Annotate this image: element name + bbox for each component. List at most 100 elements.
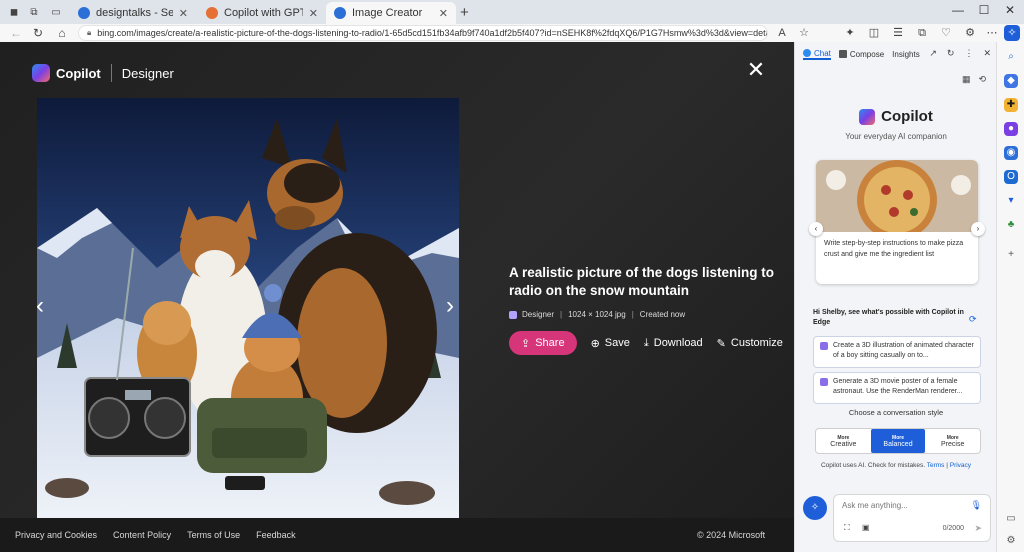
chat-icon (803, 49, 811, 57)
games-icon[interactable]: ● (1004, 122, 1018, 136)
suggestion-card[interactable]: Write step-by-step instructions to make … (816, 160, 978, 284)
read-aloud-icon[interactable]: A (774, 25, 790, 41)
send-icon[interactable]: ➤ (974, 523, 982, 534)
add-sidebar-icon[interactable]: + (1004, 248, 1018, 262)
drop-icon[interactable]: ▾ (1004, 194, 1018, 208)
share-button[interactable]: ⇪ Share (509, 331, 577, 355)
split-screen-icon[interactable]: ◫ (866, 25, 882, 41)
tab-compose[interactable]: Compose (838, 49, 885, 59)
panel-title-text: Copilot (881, 108, 933, 125)
close-viewer-button[interactable]: ✕ (746, 59, 766, 81)
save-button[interactable]: ⊕ Save (591, 337, 630, 350)
favorite-star-icon[interactable]: ☆ (796, 25, 812, 41)
viewer-footer: Privacy and Cookies Content Policy Terms… (0, 518, 794, 552)
back-icon[interactable]: ← (8, 25, 24, 41)
grid-icon[interactable]: ▦ (962, 74, 971, 85)
open-new-tab-icon[interactable]: ↗ (929, 48, 937, 59)
close-window-button[interactable]: ✕ (1000, 3, 1020, 17)
customize-label: Customize (730, 337, 783, 349)
profile-icon[interactable]: ◼ (6, 4, 22, 20)
tab-strip: ◼ ⧉ ▭ designtalks - Search ✕ Copilot wit… (0, 0, 1024, 24)
close-tab-icon[interactable]: ✕ (179, 7, 188, 20)
char-count: 0/2000 (942, 525, 964, 532)
close-panel-icon[interactable]: ✕ (983, 48, 991, 59)
close-tab-icon[interactable]: ✕ (309, 7, 318, 20)
edge-sidebar: ⌕ ◆ ✚ ● ◉ O ▾ ♣ + ▭ ⚙ (996, 42, 1024, 552)
performance-icon[interactable]: ⚙ (962, 25, 978, 41)
tab-actions-icon[interactable]: ▭ (48, 4, 64, 20)
image-upload-icon[interactable]: ▣ (862, 523, 870, 532)
prev-image-arrow[interactable]: ‹ (36, 292, 44, 320)
footer-link-feedback[interactable]: Feedback (256, 530, 296, 540)
panel-sub-icons: ▦ ⟲ (954, 74, 986, 85)
tab-search[interactable]: designtalks - Search ✕ (70, 2, 196, 24)
screenshot-icon[interactable]: ⛶ (844, 523, 850, 533)
lock-icon: 🔒︎ (87, 28, 92, 37)
new-tab-button[interactable]: + (460, 4, 469, 21)
sidebar-layout-icon[interactable]: ▭ (1004, 512, 1018, 526)
search-icon[interactable]: ⌕ (1004, 50, 1018, 64)
address-bar[interactable]: 🔒︎ bing.com/images/create/a-realistic-pi… (78, 25, 768, 41)
divider (110, 64, 112, 82)
tab-image-creator[interactable]: Image Creator ✕ (326, 2, 456, 24)
microphone-icon[interactable]: 🎙︎ (971, 500, 982, 511)
settings-gear-icon[interactable]: ⚙ (1004, 534, 1018, 548)
suggestion-item[interactable]: Generate a 3D movie poster of a female a… (813, 372, 981, 404)
bing-favicon-icon (334, 7, 346, 19)
download-icon: ⤓ (643, 336, 649, 349)
suggestion-icon (820, 378, 828, 386)
panel-title: Copilot (795, 108, 997, 125)
tab-compose-label: Compose (849, 49, 885, 59)
minimize-button[interactable]: — (948, 3, 968, 17)
copilot-toolbar-icon[interactable]: ✧ (1004, 25, 1020, 41)
meta-creator: Designer (522, 310, 555, 319)
close-tab-icon[interactable]: ✕ (439, 7, 448, 20)
extensions-icon[interactable]: ✦ (842, 25, 858, 41)
home-icon[interactable]: ⌂ (54, 25, 70, 41)
more-menu-icon[interactable]: ⋯ (984, 25, 1000, 41)
viewer-logo: Copilot Designer (32, 64, 174, 82)
next-image-arrow[interactable]: › (446, 292, 454, 320)
suggestion-item[interactable]: Create a 3D illustration of animated cha… (813, 336, 981, 368)
collections-icon[interactable]: ⧉ (914, 25, 930, 41)
browser-essentials-icon[interactable]: ♡ (938, 25, 954, 41)
workspaces-icon[interactable]: ⧉ (26, 4, 42, 20)
footer-link-content-policy[interactable]: Content Policy (113, 530, 171, 540)
ask-input[interactable] (842, 501, 962, 510)
refresh-icon[interactable]: ↻ (30, 25, 46, 41)
save-label: Save (604, 337, 630, 349)
suggestion-text: Create a 3D illustration of animated cha… (833, 342, 974, 359)
style-creative-button[interactable]: More Creative (816, 429, 871, 453)
tab-copilot[interactable]: Copilot with GPT-4 ✕ (198, 2, 326, 24)
copyright: © 2024 Microsoft (697, 530, 766, 540)
tools-icon[interactable]: ✚ (1004, 98, 1018, 112)
customize-button[interactable]: ✎ Customize (717, 337, 783, 350)
tab-chat[interactable]: Chat (803, 49, 831, 60)
office-icon[interactable]: ◉ (1004, 146, 1018, 160)
outlook-icon[interactable]: O (1004, 170, 1018, 184)
card-next-icon[interactable]: › (971, 222, 985, 236)
maximize-button[interactable]: ☐ (974, 3, 994, 17)
refresh-icon[interactable]: ↻ (947, 48, 955, 59)
download-button[interactable]: ⤓ Download (644, 337, 703, 350)
copilot-panel: Chat Compose Insights ↗ ↻ ⋮ ✕ ▦ ⟲ Copilo… (794, 42, 996, 552)
footer-link-privacy[interactable]: Privacy and Cookies (15, 530, 97, 540)
tab-insights[interactable]: Insights (892, 50, 920, 59)
shopping-icon[interactable]: ◆ (1004, 74, 1018, 88)
favorites-icon[interactable]: ☰ (890, 25, 906, 41)
refresh-suggestions-icon[interactable]: ⟳ (969, 314, 977, 325)
download-label: Download (653, 337, 703, 349)
pizza-illustration (816, 160, 978, 240)
footer-link-terms[interactable]: Terms of Use (187, 530, 240, 540)
style-name: Balanced (883, 440, 913, 448)
style-balanced-button[interactable]: More Balanced (870, 429, 926, 453)
history-icon[interactable]: ⟲ (978, 74, 986, 85)
style-precise-button[interactable]: More Precise (925, 429, 980, 453)
address-text: bing.com/images/create/a-realistic-pictu… (97, 28, 767, 38)
more-icon[interactable]: ⋮ (964, 48, 973, 59)
new-topic-button[interactable]: ✧ (803, 496, 827, 520)
card-prev-icon[interactable]: ‹ (809, 222, 823, 236)
privacy-link[interactable]: Privacy (950, 462, 971, 469)
terms-link[interactable]: Terms (927, 462, 945, 469)
tree-icon[interactable]: ♣ (1004, 218, 1018, 232)
